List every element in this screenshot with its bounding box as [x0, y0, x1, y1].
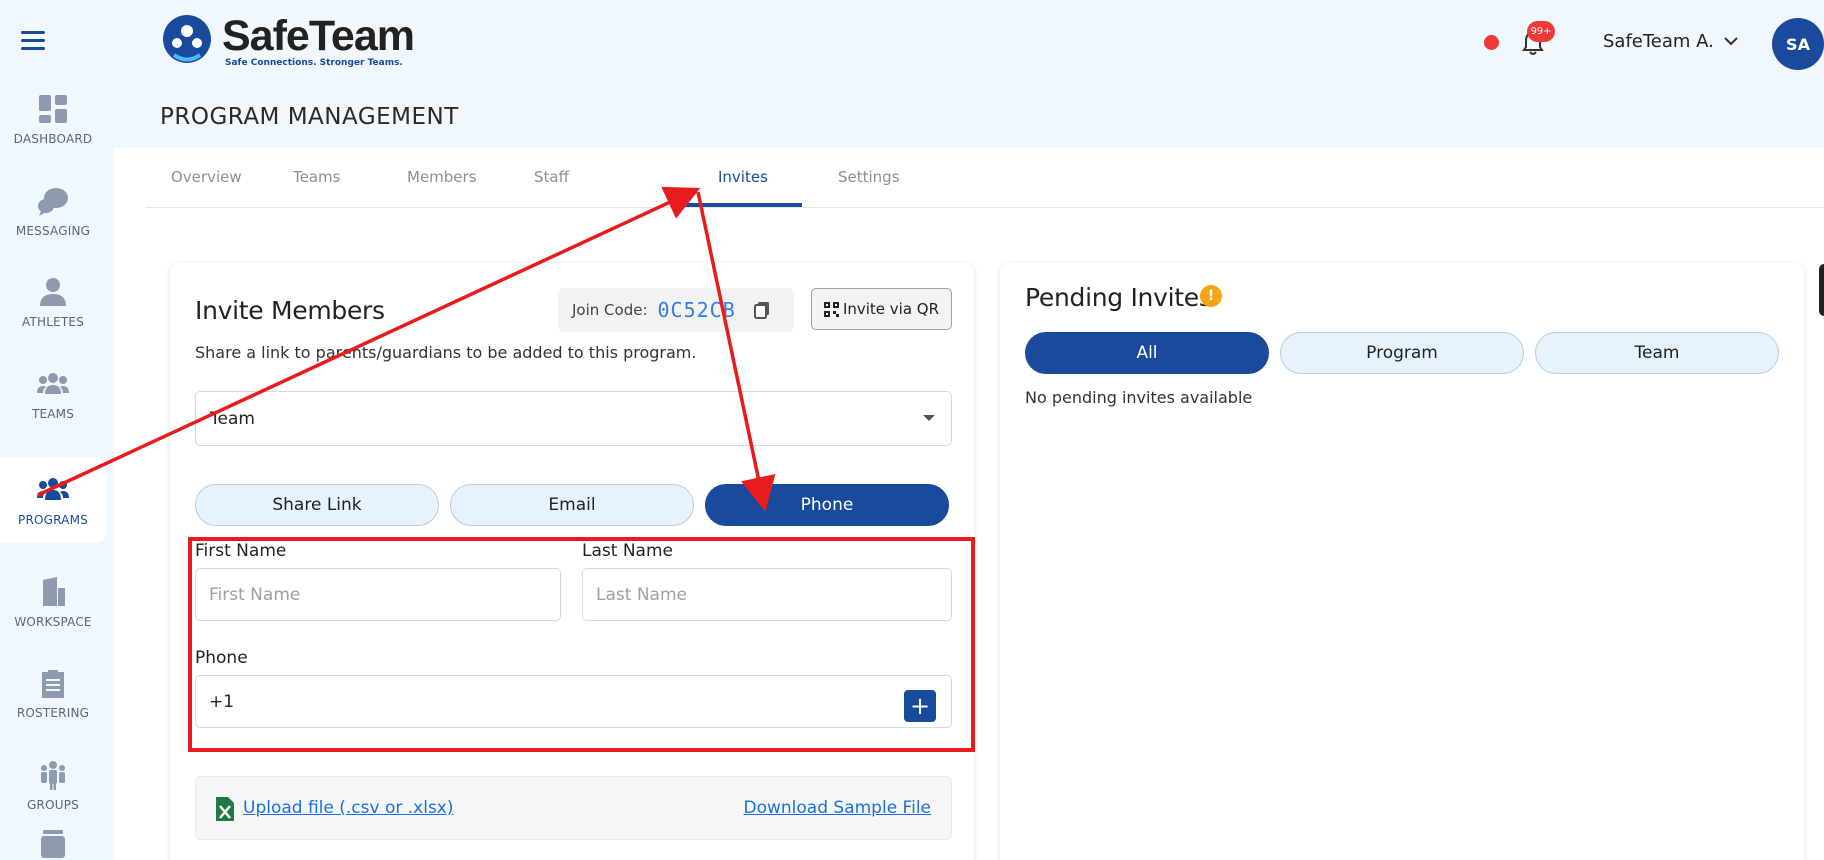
- invite-scope-select[interactable]: Team: [195, 391, 952, 446]
- sidebar-item-label: GROUPS: [27, 797, 79, 812]
- tab-bar: Overview Teams Members Staff Invites Set…: [146, 148, 1824, 208]
- caret-down-icon: [923, 415, 935, 421]
- team-icon: [37, 372, 69, 394]
- phone-input[interactable]: [195, 675, 952, 728]
- join-code-box: Join Code: 0C52CB: [558, 288, 794, 332]
- app-logo[interactable]: SafeTeam Safe Connections. Stronger Team…: [162, 12, 415, 68]
- person-icon: [40, 277, 66, 306]
- share-link-button[interactable]: Share Link: [195, 484, 439, 526]
- warning-icon[interactable]: !: [1200, 285, 1222, 307]
- filter-team-button[interactable]: Team: [1535, 332, 1779, 374]
- sidebar-item-messaging[interactable]: MESSAGING: [0, 168, 106, 254]
- first-name-input[interactable]: [195, 568, 561, 621]
- tab-settings[interactable]: Settings: [838, 168, 900, 186]
- sidebar-item-programs[interactable]: PROGRAMS: [0, 457, 106, 543]
- filter-program-button[interactable]: Program: [1280, 332, 1524, 374]
- sidebar-item-label: DASHBOARD: [13, 131, 93, 146]
- safeteam-logo-icon: [163, 15, 211, 63]
- tab-members[interactable]: Members: [407, 168, 477, 186]
- chat-bubbles-icon: [38, 187, 68, 216]
- avatar[interactable]: SA: [1772, 18, 1824, 70]
- email-button[interactable]: Email: [450, 484, 694, 526]
- invite-subtitle: Share a link to parents/guardians to be …: [195, 343, 697, 362]
- upload-file-link[interactable]: Upload file (.csv or .xlsx): [243, 798, 454, 818]
- sidebar-item-teams[interactable]: TEAMS: [0, 351, 106, 437]
- sidebar-item-label: ROSTERING: [16, 705, 90, 720]
- sidebar-item-athletes[interactable]: ATHLETES: [0, 259, 106, 345]
- invite-members-card: Invite Members Join Code: 0C52CB Invite …: [170, 263, 974, 860]
- app-name: SafeTeam: [222, 12, 415, 60]
- upload-bar: Upload file (.csv or .xlsx) Download Sam…: [195, 776, 952, 840]
- sidebar: DASHBOARD MESSAGING ATHLETES TEAMS PROGR…: [0, 0, 114, 860]
- tab-overview[interactable]: Overview: [171, 168, 242, 186]
- active-tab-indicator: [678, 203, 802, 207]
- pending-invites-card: Pending Invites ! All Program Team No pe…: [1000, 263, 1804, 860]
- clipboard-icon: [42, 669, 64, 698]
- menu-icon[interactable]: [21, 31, 45, 51]
- video-icon: [41, 830, 65, 858]
- sidebar-item-groups[interactable]: GROUPS: [0, 742, 106, 828]
- invite-scope-value: Team: [210, 408, 255, 429]
- sidebar-item-dashboard[interactable]: DASHBOARD: [0, 76, 106, 162]
- download-sample-link[interactable]: Download Sample File: [744, 798, 932, 818]
- join-code-label: Join Code:: [572, 301, 648, 319]
- plus-icon: +: [909, 692, 931, 720]
- invite-via-qr-button[interactable]: Invite via QR: [811, 288, 952, 330]
- sidebar-item-workspace[interactable]: WORKSPACE: [0, 559, 106, 645]
- add-phone-button[interactable]: +: [904, 690, 936, 722]
- sidebar-item-label: ATHLETES: [21, 314, 85, 329]
- last-name-label: Last Name: [582, 541, 673, 561]
- invite-via-qr-label: Invite via QR: [842, 300, 940, 318]
- tab-staff[interactable]: Staff: [534, 168, 569, 186]
- invite-members-title: Invite Members: [195, 296, 385, 325]
- dashboard-icon: [39, 94, 67, 123]
- tab-teams[interactable]: Teams: [293, 168, 340, 186]
- chevron-down-icon[interactable]: [1722, 32, 1740, 50]
- page-title: PROGRAM MANAGEMENT: [160, 104, 459, 130]
- sidebar-item-label: TEAMS: [31, 406, 75, 421]
- phone-button[interactable]: Phone: [705, 484, 949, 526]
- phone-label: Phone: [195, 648, 248, 668]
- sidebar-item-partial[interactable]: [0, 828, 106, 860]
- sidebar-item-label: PROGRAMS: [18, 512, 88, 527]
- first-name-label: First Name: [195, 541, 287, 561]
- programs-icon: [37, 477, 69, 500]
- notification-badge: 99+: [1527, 21, 1555, 42]
- building-icon: [43, 576, 65, 606]
- join-code-value: 0C52CB: [657, 298, 736, 322]
- sidebar-item-rostering[interactable]: ROSTERING: [0, 650, 106, 736]
- status-dot: [1484, 35, 1499, 50]
- empty-state-text: No pending invites available: [1025, 388, 1253, 407]
- app-tagline: Safe Connections. Stronger Teams.: [225, 58, 403, 68]
- side-panel-handle[interactable]: [1819, 264, 1824, 316]
- main-content: Overview Teams Members Staff Invites Set…: [114, 148, 1824, 860]
- sidebar-item-label: MESSAGING: [15, 223, 91, 238]
- copy-icon[interactable]: [753, 301, 770, 319]
- filter-all-button[interactable]: All: [1025, 332, 1269, 374]
- groups-icon: [41, 760, 65, 790]
- excel-file-icon: [216, 797, 234, 821]
- user-name[interactable]: SafeTeam A.: [1603, 31, 1714, 52]
- last-name-input[interactable]: [582, 568, 952, 621]
- sidebar-item-label: WORKSPACE: [14, 614, 92, 629]
- qr-code-icon: [823, 301, 839, 317]
- pending-invites-title: Pending Invites: [1025, 283, 1212, 312]
- tab-invites[interactable]: Invites: [718, 168, 768, 186]
